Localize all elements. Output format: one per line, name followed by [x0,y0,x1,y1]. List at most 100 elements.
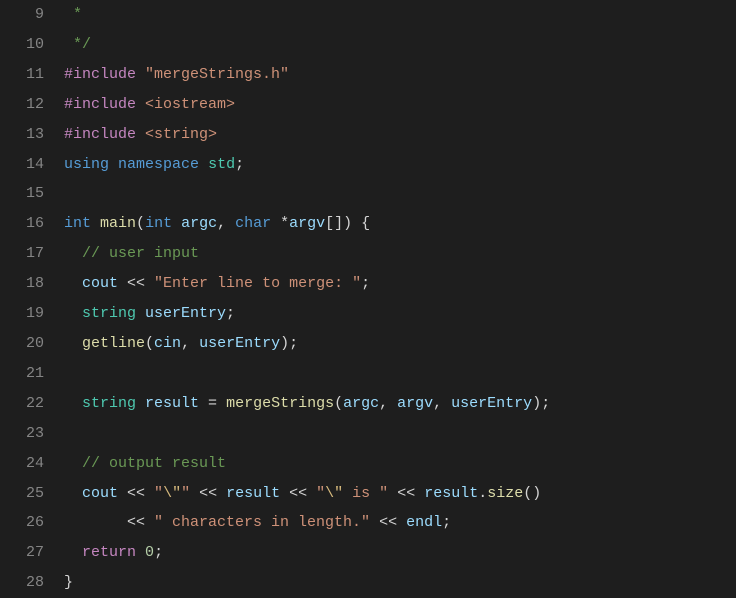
line-number: 13 [12,120,44,150]
token-string: "Enter line to merge: " [154,275,361,292]
token-keyword-ctrl: return [82,544,136,561]
token-plain [136,96,145,113]
token-string: "mergeStrings.h" [145,66,289,83]
token-punct: , [433,395,451,412]
token-operator: = [199,395,226,412]
line-number: 23 [12,419,44,449]
token-variable: argv [397,395,433,412]
token-plain [64,245,82,262]
line-number: 15 [12,179,44,209]
line-number: 9 [12,0,44,30]
token-namespace: std [208,156,235,173]
token-string: is " [343,485,388,502]
token-function: main [100,215,136,232]
token-punct: ( [145,335,154,352]
code-line[interactable]: getline(cin, userEntry); [64,329,736,359]
line-number: 17 [12,239,44,269]
code-line[interactable]: using namespace std; [64,150,736,180]
line-number: 16 [12,209,44,239]
token-variable: userEntry [145,305,226,322]
token-punct: ; [235,156,244,173]
code-line[interactable]: << " characters in length." << endl; [64,508,736,538]
token-keyword-type: int [145,215,172,232]
code-line[interactable]: } [64,568,736,598]
token-keyword-ctrl: #include [64,126,136,143]
token-plain [136,126,145,143]
token-punct: . [478,485,487,502]
token-operator: << [118,275,154,292]
token-punct: } [64,574,73,591]
token-keyword-type: int [64,215,91,232]
code-line[interactable] [64,419,736,449]
code-line[interactable]: #include <string> [64,120,736,150]
token-plain [64,485,82,502]
token-escape: \" [163,485,181,502]
code-line[interactable] [64,179,736,209]
token-namespace: string [82,305,145,322]
token-plain [64,305,82,322]
code-line[interactable]: cout << "\"" << result << "\" is " << re… [64,479,736,509]
token-keyword-type: using [64,156,109,173]
token-punct: ); [280,335,298,352]
code-editor-content[interactable]: * */#include "mergeStrings.h"#include <i… [64,0,736,598]
token-comment: * [73,6,82,23]
line-number: 28 [12,568,44,598]
token-variable: result [145,395,199,412]
token-operator: << [388,485,424,502]
code-line[interactable]: * [64,0,736,30]
token-variable: cin [154,335,181,352]
code-line[interactable]: #include <iostream> [64,90,736,120]
token-plain [136,66,145,83]
token-string: " characters in length." [154,514,370,531]
code-line[interactable]: // user input [64,239,736,269]
token-plain [64,36,73,53]
token-punct: ( [334,395,343,412]
token-variable: endl [406,514,442,531]
token-variable: argc [181,215,217,232]
token-plain [91,215,100,232]
token-comment: // output result [82,455,226,472]
code-line[interactable]: string userEntry; [64,299,736,329]
token-string: " [181,485,190,502]
token-punct: , [379,395,397,412]
code-line[interactable]: // output result [64,449,736,479]
code-line[interactable]: */ [64,30,736,60]
token-punct: ; [226,305,235,322]
code-line[interactable]: string result = mergeStrings(argc, argv,… [64,389,736,419]
token-plain [64,544,82,561]
token-punct: , [217,215,235,232]
token-keyword-type: namespace [118,156,199,173]
token-punct: , [181,335,199,352]
token-plain [64,6,73,23]
token-function: getline [82,335,145,352]
line-number: 26 [12,508,44,538]
token-punct: ; [361,275,370,292]
token-variable: cout [82,275,118,292]
line-number: 27 [12,538,44,568]
code-line[interactable]: return 0; [64,538,736,568]
line-number: 10 [12,30,44,60]
line-number: 22 [12,389,44,419]
code-line[interactable]: cout << "Enter line to merge: "; [64,269,736,299]
token-punct: ); [532,395,550,412]
token-punct: ( [136,215,145,232]
token-variable: result [424,485,478,502]
code-line[interactable]: #include "mergeStrings.h" [64,60,736,90]
token-plain [64,275,82,292]
token-operator: << [118,485,154,502]
token-number: 0 [145,544,154,561]
token-function: mergeStrings [226,395,334,412]
token-operator: * [271,215,289,232]
token-operator: << [370,514,406,531]
token-function: size [487,485,523,502]
line-number: 12 [12,90,44,120]
token-punct: []) { [325,215,370,232]
token-plain [109,156,118,173]
token-variable: argv [289,215,325,232]
token-plain [199,156,208,173]
line-number: 25 [12,479,44,509]
code-line[interactable]: int main(int argc, char *argv[]) { [64,209,736,239]
token-string: <iostream> [145,96,235,113]
code-line[interactable] [64,359,736,389]
line-number: 14 [12,150,44,180]
